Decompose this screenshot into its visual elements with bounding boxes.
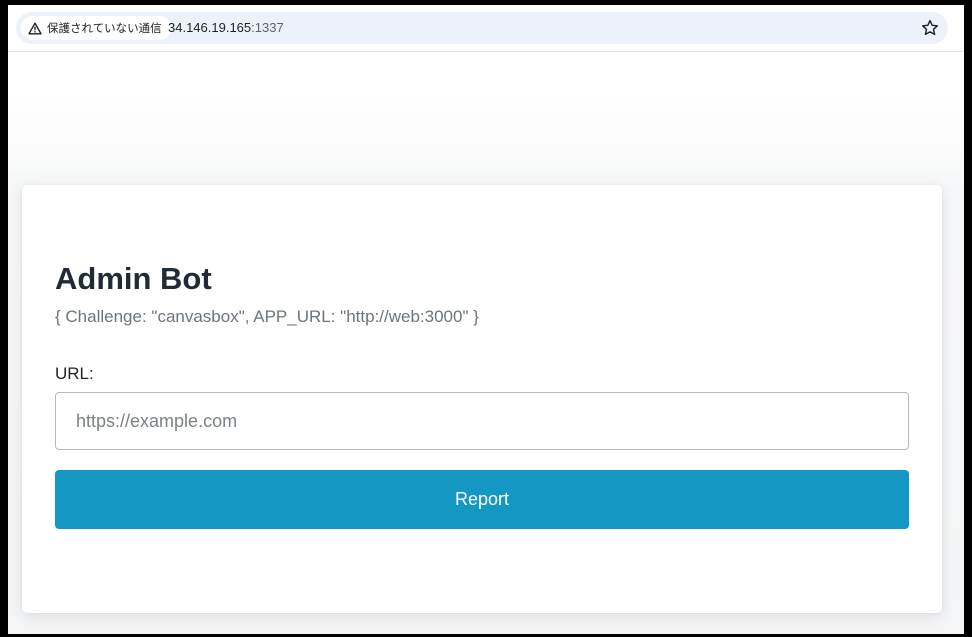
- challenge-info: { Challenge: "canvasbox", APP_URL: "http…: [55, 307, 479, 326]
- url-host: 34.146.19.165: [168, 20, 252, 35]
- admin-bot-card: Admin Bot { Challenge: "canvasbox", APP_…: [22, 185, 942, 613]
- url-input[interactable]: [55, 392, 909, 450]
- browser-toolbar: 保護されていない通信 34.146.19.165:1337: [8, 5, 964, 52]
- address-bar[interactable]: 保護されていない通信 34.146.19.165:1337: [16, 12, 948, 44]
- address-url[interactable]: 34.146.19.165:1337: [168, 20, 284, 36]
- security-indicator-chip[interactable]: 保護されていない通信: [21, 16, 171, 40]
- security-label: 保護されていない通信: [47, 21, 162, 35]
- star-icon[interactable]: [920, 18, 940, 38]
- url-label: URL:: [55, 364, 94, 383]
- url-port: :1337: [251, 20, 284, 35]
- page-content: Admin Bot { Challenge: "canvasbox", APP_…: [8, 52, 964, 634]
- page-title: Admin Bot: [55, 261, 212, 296]
- browser-window: 保護されていない通信 34.146.19.165:1337 Admin Bot …: [8, 5, 964, 634]
- report-button[interactable]: Report: [55, 470, 909, 529]
- warning-triangle-icon: [28, 22, 42, 35]
